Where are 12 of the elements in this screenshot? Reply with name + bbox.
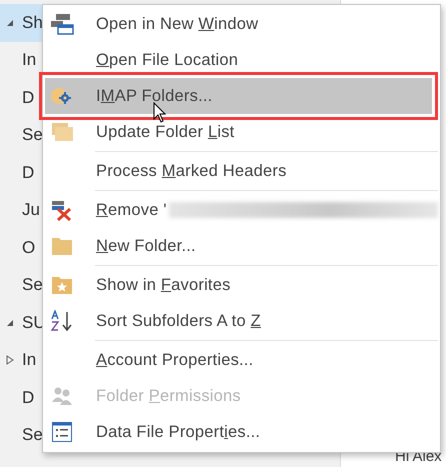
menu-item-label: Remove ' — [96, 200, 167, 220]
menu-item-label: Open in New Window — [96, 14, 258, 34]
menu-item-label: New Folder... — [96, 236, 196, 256]
menu-item-label: Data File Properties... — [96, 422, 260, 442]
menu-item-label: Sort Subfolders A to Z — [96, 312, 261, 330]
menu-item-label: IMAP Folders... — [96, 86, 212, 106]
menu-item-label: Process Marked Headers — [96, 162, 287, 180]
menu-item-label: Open File Location — [96, 50, 238, 70]
menu-item-label: Update Folder List — [96, 122, 234, 142]
menu-item-label: Folder Permissions — [96, 386, 241, 406]
menu-item-label: Account Properties... — [96, 350, 254, 370]
menu-item-label: Show in Favorites — [96, 276, 231, 294]
